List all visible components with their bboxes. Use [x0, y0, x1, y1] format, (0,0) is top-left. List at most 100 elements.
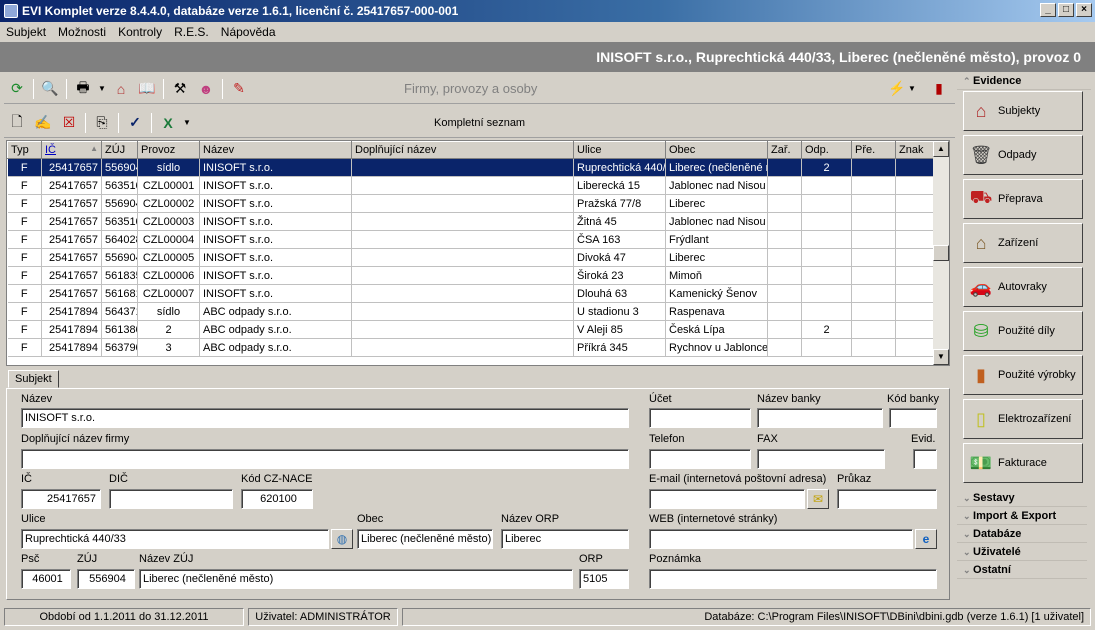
sidebar-item-subjekty[interactable]: ⌂ Subjekty	[963, 91, 1083, 131]
lightning-dropdown-icon[interactable]: ▼	[908, 78, 916, 100]
col-zar[interactable]: Zař.	[767, 141, 802, 159]
nace-field[interactable]: 620100	[241, 489, 313, 509]
zuj-nazev-field[interactable]: Liberec (nečleněné město)	[139, 569, 573, 589]
col-nazev[interactable]: Název	[199, 141, 352, 159]
excel-dropdown-icon[interactable]: ▼	[183, 112, 191, 134]
table-row[interactable]: F25417657556904CZL00005INISOFT s.r.o. Div…	[7, 248, 934, 267]
sidebar-item-pouzite-vyrobky[interactable]: ▮ Použité výrobky	[963, 355, 1083, 395]
col-ic[interactable]: IČ ▲	[41, 141, 102, 159]
col-odp[interactable]: Odp.	[801, 141, 852, 159]
menu-res[interactable]: R.E.S.	[174, 25, 209, 39]
copy-record-icon[interactable]: ⎘	[91, 112, 113, 134]
menu-kontroly[interactable]: Kontroly	[118, 25, 162, 39]
col-provoz[interactable]: Provoz	[137, 141, 200, 159]
check-icon[interactable]: ✓	[124, 112, 146, 134]
refresh-icon[interactable]: ⟳	[6, 78, 28, 100]
fax-field[interactable]	[757, 449, 885, 469]
evid-field[interactable]	[913, 449, 937, 469]
obec-field[interactable]: Liberec (nečleněné město)	[357, 529, 493, 549]
table-row[interactable]: F25417894564371sídloABC odpady s.r.o. U s…	[7, 302, 934, 321]
orp-field[interactable]: 5105	[579, 569, 629, 589]
email-field[interactable]	[649, 489, 805, 509]
table-row[interactable]: F254178945637903ABC odpady s.r.o. Příkrá …	[7, 338, 934, 357]
tab-subjekt[interactable]: Subjekt	[8, 370, 59, 388]
people-icon[interactable]: ☻	[195, 78, 217, 100]
menu-napoveda[interactable]: Nápověda	[221, 25, 276, 39]
label-dic: DIČ	[109, 473, 128, 485]
dic-field[interactable]	[109, 489, 233, 509]
sidebar-group-sestavy[interactable]: ⌄ Sestavy	[957, 489, 1087, 507]
ucet-field[interactable]	[649, 408, 751, 428]
prukaz-field[interactable]	[837, 489, 937, 509]
edit-record-icon[interactable]: ✍	[32, 112, 54, 134]
table-row[interactable]: F25417657564028CZL00004INISOFT s.r.o. ČSA…	[7, 230, 934, 249]
table-row[interactable]: F254178945613802ABC odpady s.r.o.V Aleji…	[7, 320, 934, 339]
sidebar-group-databaze[interactable]: ⌄ Databáze	[957, 525, 1087, 543]
table-cell	[767, 194, 802, 213]
sidebar-item-fakturace[interactable]: 💵 Fakturace	[963, 443, 1083, 483]
lightning-icon[interactable]: ⚡	[886, 78, 908, 100]
search-icon[interactable]: 🔍	[39, 78, 61, 100]
minimize-button[interactable]: _	[1040, 3, 1056, 17]
col-zuj[interactable]: ZÚJ	[101, 141, 138, 159]
eraser-icon[interactable]: ✎	[228, 78, 250, 100]
browser-icon[interactable]: e	[915, 529, 937, 549]
menu-subjekt[interactable]: Subjekt	[6, 25, 46, 39]
zuj-field[interactable]: 556904	[77, 569, 135, 589]
excel-icon[interactable]: X	[157, 112, 179, 134]
subjects-grid[interactable]: Typ IČ ▲ ZÚJ Provoz Název Doplňující náze…	[6, 140, 950, 366]
sidebar-elektrozarizeni-label: Elektrozařízení	[998, 413, 1072, 425]
table-row[interactable]: F25417657556904sídloINISOFT s.r.o. Ruprec…	[7, 158, 934, 177]
ic-field[interactable]: 25417657	[21, 489, 101, 509]
envelope-icon[interactable]: ✉	[807, 489, 829, 509]
close-button[interactable]: ×	[1076, 3, 1092, 17]
sidebar-group-import-export[interactable]: ⌄ Import & Export	[957, 507, 1087, 525]
scroll-down-button[interactable]: ▼	[933, 349, 949, 365]
col-znak[interactable]: Znak	[895, 141, 934, 159]
print-icon[interactable]: 🖶	[72, 78, 94, 100]
scroll-up-button[interactable]: ▲	[933, 141, 949, 157]
col-ulice[interactable]: Ulice	[573, 141, 666, 159]
tools-icon[interactable]: ⚒	[169, 78, 191, 100]
scroll-thumb[interactable]	[933, 245, 949, 261]
table-cell	[851, 248, 896, 267]
poznamka-field[interactable]	[649, 569, 937, 589]
book-icon[interactable]: 📖	[136, 78, 158, 100]
col-pre[interactable]: Pře.	[851, 141, 896, 159]
house-icon[interactable]: ⌂	[110, 78, 132, 100]
table-row[interactable]: F25417657556904CZL00002INISOFT s.r.o. Pra…	[7, 194, 934, 213]
new-record-icon[interactable]: 🗋	[6, 112, 28, 134]
exit-icon[interactable]: ▮	[928, 78, 950, 100]
orp-nazev-field[interactable]: Liberec	[501, 529, 629, 549]
telefon-field[interactable]	[649, 449, 751, 469]
col-typ[interactable]: Typ	[7, 141, 42, 159]
sidebar-item-pouzite-dily[interactable]: ⛁ Použité díly	[963, 311, 1083, 351]
sidebar-item-odpady[interactable]: 🗑 Odpady	[963, 135, 1083, 175]
kod-banky-field[interactable]	[889, 408, 937, 428]
table-row[interactable]: F25417657563510CZL00001INISOFT s.r.o. Lib…	[7, 176, 934, 195]
table-row[interactable]: F25417657563510CZL00003INISOFT s.r.o. Žit…	[7, 212, 934, 231]
psc-field[interactable]: 46001	[21, 569, 71, 589]
nazev-field[interactable]: INISOFT s.r.o.	[21, 408, 629, 428]
sidebar-item-elektrozarizeni[interactable]: ▯ Elektrozařízení	[963, 399, 1083, 439]
sidebar-item-preprava[interactable]: ⛟ Přeprava	[963, 179, 1083, 219]
col-obec[interactable]: Obec	[665, 141, 768, 159]
table-row[interactable]: F25417657561835CZL00006INISOFT s.r.o. Šir…	[7, 266, 934, 285]
print-dropdown-icon[interactable]: ▼	[98, 78, 106, 100]
table-row[interactable]: F25417657561681CZL00007INISOFT s.r.o. Dlo…	[7, 284, 934, 303]
maximize-button[interactable]: □	[1058, 3, 1074, 17]
sidebar-group-uzivatele[interactable]: ⌄ Uživatelé	[957, 543, 1087, 561]
web-field[interactable]	[649, 529, 913, 549]
grid-scrollbar[interactable]: ▲ ▼	[933, 141, 949, 365]
sidebar-header-evidence[interactable]: ⌃ Evidence	[957, 72, 1091, 90]
delete-record-icon[interactable]: ☒	[58, 112, 80, 134]
ulice-field[interactable]: Ruprechtická 440/33	[21, 529, 329, 549]
banka-field[interactable]	[757, 408, 883, 428]
sidebar-item-zarizeni[interactable]: ⌂ Zařízení	[963, 223, 1083, 263]
doplnujici-field[interactable]	[21, 449, 629, 469]
sidebar-group-ostatni[interactable]: ⌄ Ostatní	[957, 561, 1087, 579]
sidebar-item-autovraky[interactable]: 🚗 Autovraky	[963, 267, 1083, 307]
globe-icon[interactable]: ◍	[331, 529, 353, 549]
col-doplnujici[interactable]: Doplňující název	[351, 141, 574, 159]
menu-moznosti[interactable]: Možnosti	[58, 25, 106, 39]
